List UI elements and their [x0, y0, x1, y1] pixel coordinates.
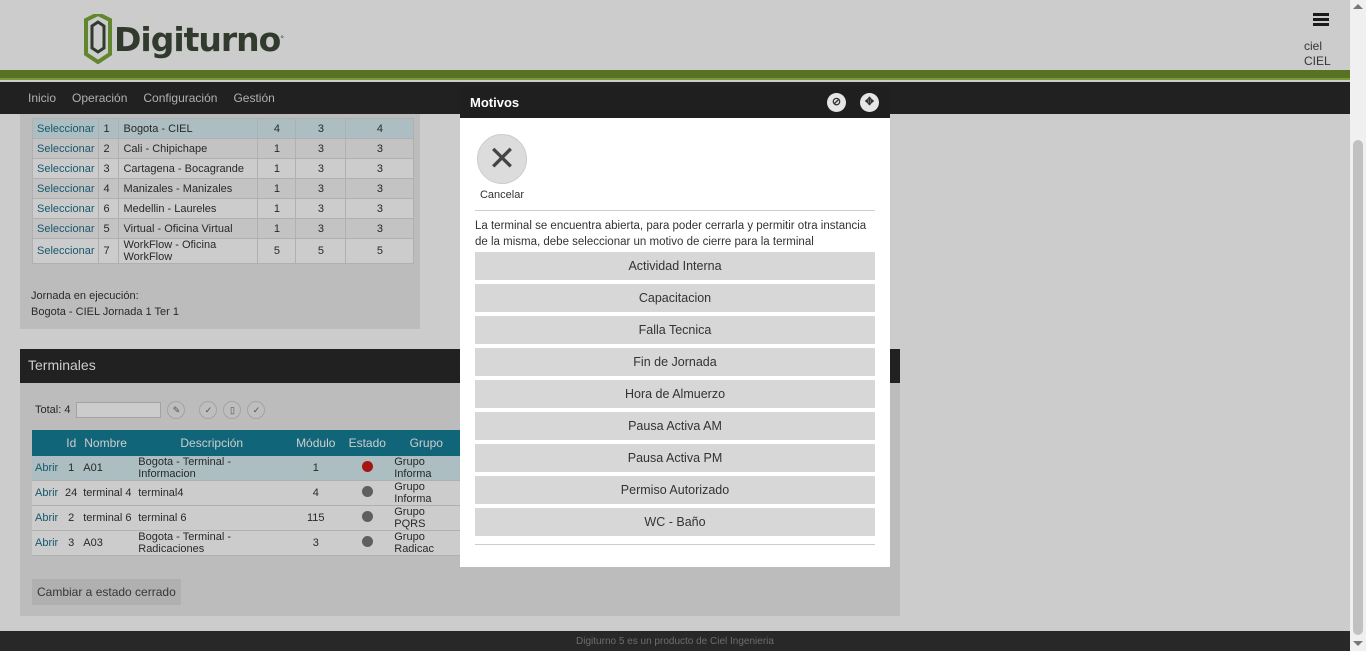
cancel-button[interactable]: ✕ Cancelar	[477, 134, 527, 201]
reason-pausa-activa-am[interactable]: Pausa Activa AM	[475, 412, 875, 440]
dialog-title: Motivos	[470, 95, 520, 110]
reason-capacitacion[interactable]: Capacitacion	[475, 284, 875, 312]
page-scrollbar[interactable]	[1350, 0, 1366, 651]
cancel-label: Cancelar	[479, 189, 525, 201]
divider	[475, 544, 875, 545]
scroll-thumb[interactable]	[1353, 140, 1363, 635]
reason-actividad-interna[interactable]: Actividad Interna	[475, 252, 875, 280]
reason-fin-de-jornada[interactable]: Fin de Jornada	[475, 348, 875, 376]
reason-falla-tecnica[interactable]: Falla Tecnica	[475, 316, 875, 344]
reason-hora-de-almuerzo[interactable]: Hora de Almuerzo	[475, 380, 875, 408]
move-arrows-icon[interactable]: ✥	[860, 93, 879, 112]
dialog-header: Motivos ⊘ ✥	[460, 86, 890, 118]
reason-list: Actividad Interna Capacitacion Falla Tec…	[475, 252, 875, 540]
dialog-message: La terminal se encuentra abierta, para p…	[475, 220, 867, 248]
divider	[475, 210, 875, 211]
scroll-up-icon[interactable]	[1353, 4, 1363, 9]
close-x-icon[interactable]: ✕	[477, 134, 527, 184]
reason-wc-bano[interactable]: WC - Baño	[475, 508, 875, 536]
scroll-down-icon[interactable]	[1353, 641, 1363, 646]
reason-permiso-autorizado[interactable]: Permiso Autorizado	[475, 476, 875, 504]
eye-slash-icon[interactable]: ⊘	[827, 93, 846, 112]
reason-pausa-activa-pm[interactable]: Pausa Activa PM	[475, 444, 875, 472]
motivos-dialog: Motivos ⊘ ✥ ✕ Cancelar La terminal se en…	[460, 86, 890, 567]
